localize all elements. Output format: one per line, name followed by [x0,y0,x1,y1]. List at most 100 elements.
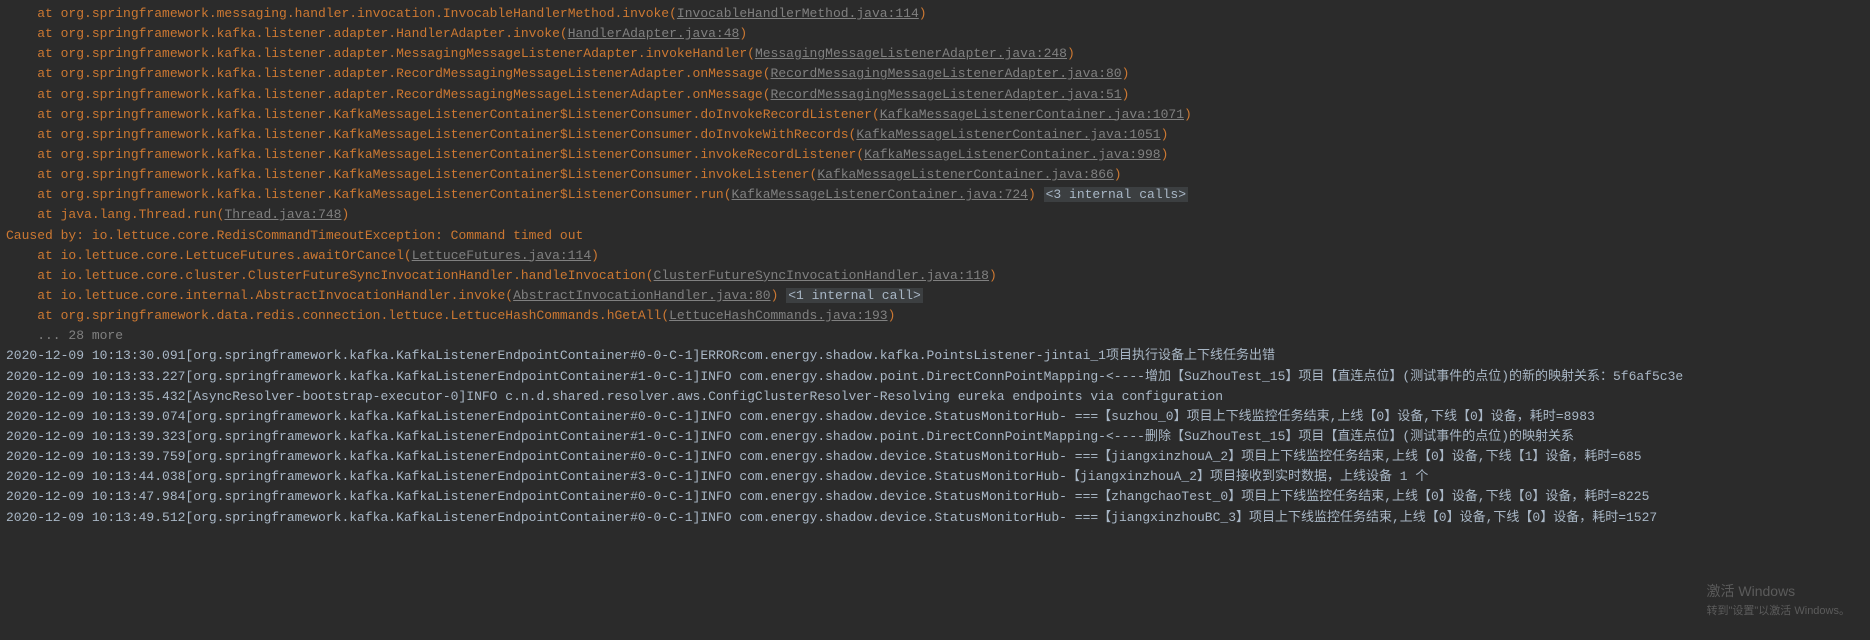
stack-frame: at org.springframework.kafka.listener.ad… [6,85,1864,105]
stack-frame: at org.springframework.kafka.listener.ad… [6,64,1864,84]
paren-open: ( [872,107,880,122]
log-line: 2020-12-09 10:13:39.759[org.springframew… [6,447,1864,467]
source-link[interactable]: KafkaMessageListenerContainer.java:866 [817,167,1113,182]
source-link[interactable]: LettuceFutures.java:114 [412,248,591,263]
package-method: java.lang.Thread.run [61,207,217,222]
package-method: io.lettuce.core.LettuceFutures.awaitOrCa… [61,248,404,263]
source-link[interactable]: KafkaMessageListenerContainer.java:724 [732,187,1028,202]
stack-frame: at java.lang.Thread.run(Thread.java:748) [6,205,1864,225]
paren-close: ) [989,268,997,283]
at-keyword: at [6,26,61,41]
log-line: 2020-12-09 10:13:30.091[org.springframew… [6,346,1864,366]
stack-frame: at org.springframework.kafka.listener.ad… [6,24,1864,44]
paren-close: ) [1028,187,1036,202]
package-method: org.springframework.kafka.listener.Kafka… [61,187,724,202]
paren-open: ( [646,268,654,283]
package-method: org.springframework.data.redis.connectio… [61,308,662,323]
watermark-subtitle: 转到"设置"以激活 Windows。 [1707,603,1851,620]
stack-frame: at org.springframework.kafka.listener.Ka… [6,145,1864,165]
paren-open: ( [505,288,513,303]
paren-open: ( [724,187,732,202]
paren-open: ( [763,87,771,102]
at-keyword: at [6,248,61,263]
internal-calls-badge[interactable]: <1 internal call> [786,288,923,303]
log-line: 2020-12-09 10:13:33.227[org.springframew… [6,367,1864,387]
paren-close: ) [771,288,779,303]
at-keyword: at [6,127,61,142]
stack-frame: at org.springframework.kafka.listener.Ka… [6,185,1864,205]
at-keyword: at [6,147,61,162]
paren-open: ( [661,308,669,323]
log-output: at org.springframework.messaging.handler… [6,4,1864,528]
package-method: org.springframework.kafka.listener.adapt… [61,66,763,81]
paren-open: ( [560,26,568,41]
caused-by-text: Caused by: io.lettuce.core.RedisCommandT… [6,228,583,243]
source-link[interactable]: KafkaMessageListenerContainer.java:1071 [880,107,1184,122]
paren-open: ( [763,66,771,81]
package-method: org.springframework.messaging.handler.in… [61,6,670,21]
paren-close: ) [1184,107,1192,122]
package-method: org.springframework.kafka.listener.Kafka… [61,107,872,122]
at-keyword: at [6,187,61,202]
source-link[interactable]: KafkaMessageListenerContainer.java:998 [864,147,1160,162]
package-method: org.springframework.kafka.listener.adapt… [61,26,560,41]
log-line: 2020-12-09 10:13:49.512[org.springframew… [6,508,1864,528]
package-method: org.springframework.kafka.listener.Kafka… [61,127,849,142]
package-method: org.springframework.kafka.listener.Kafka… [61,167,810,182]
paren-close: ) [1161,147,1169,162]
paren-close: ) [1114,167,1122,182]
internal-calls-badge[interactable]: <3 internal calls> [1044,187,1188,202]
paren-open: ( [404,248,412,263]
paren-close: ) [1161,127,1169,142]
at-keyword: at [6,66,61,81]
paren-open: ( [747,46,755,61]
package-method: org.springframework.kafka.listener.Kafka… [61,147,857,162]
paren-close: ) [888,308,896,323]
paren-close: ) [341,207,349,222]
package-method: org.springframework.kafka.listener.adapt… [61,87,763,102]
at-keyword: at [6,87,61,102]
log-line: 2020-12-09 10:13:35.432[AsyncResolver-bo… [6,387,1864,407]
log-line: 2020-12-09 10:13:39.074[org.springframew… [6,407,1864,427]
at-keyword: at [6,288,61,303]
source-link[interactable]: MessagingMessageListenerAdapter.java:248 [755,46,1067,61]
watermark-title: 激活 Windows [1707,581,1851,603]
stack-frame: at io.lettuce.core.cluster.ClusterFuture… [6,266,1864,286]
source-link[interactable]: HandlerAdapter.java:48 [568,26,740,41]
source-link[interactable]: RecordMessagingMessageListenerAdapter.ja… [771,66,1122,81]
stack-frame: at org.springframework.data.redis.connec… [6,306,1864,326]
log-line: 2020-12-09 10:13:44.038[org.springframew… [6,467,1864,487]
stack-frame: at org.springframework.messaging.handler… [6,4,1864,24]
stack-frame: at io.lettuce.core.internal.AbstractInvo… [6,286,1864,306]
at-keyword: at [6,6,61,21]
at-keyword: at [6,268,61,283]
stack-frame: at org.springframework.kafka.listener.Ka… [6,165,1864,185]
log-line: 2020-12-09 10:13:47.984[org.springframew… [6,487,1864,507]
paren-close: ) [591,248,599,263]
paren-close: ) [1122,87,1130,102]
paren-open: ( [856,147,864,162]
stack-frame: at org.springframework.kafka.listener.Ka… [6,125,1864,145]
log-line: 2020-12-09 10:13:39.323[org.springframew… [6,427,1864,447]
paren-close: ) [919,6,927,21]
paren-close: ) [1067,46,1075,61]
source-link[interactable]: KafkaMessageListenerContainer.java:1051 [856,127,1160,142]
at-keyword: at [6,46,61,61]
source-link[interactable]: AbstractInvocationHandler.java:80 [513,288,770,303]
more-frames[interactable]: ... 28 more [6,326,1864,346]
source-link[interactable]: RecordMessagingMessageListenerAdapter.ja… [771,87,1122,102]
stack-frame: at org.springframework.kafka.listener.ad… [6,44,1864,64]
source-link[interactable]: ClusterFutureSyncInvocationHandler.java:… [654,268,989,283]
source-link[interactable]: InvocableHandlerMethod.java:114 [677,6,919,21]
paren-close: ) [1122,66,1130,81]
stack-frame: at org.springframework.kafka.listener.Ka… [6,105,1864,125]
source-link[interactable]: LettuceHashCommands.java:193 [669,308,887,323]
source-link[interactable]: Thread.java:748 [224,207,341,222]
package-method: org.springframework.kafka.listener.adapt… [61,46,748,61]
at-keyword: at [6,167,61,182]
package-method: io.lettuce.core.internal.AbstractInvocat… [61,288,506,303]
stack-frame: at io.lettuce.core.LettuceFutures.awaitO… [6,246,1864,266]
caused-by-line: Caused by: io.lettuce.core.RedisCommandT… [6,226,1864,246]
at-keyword: at [6,308,61,323]
windows-activation-watermark: 激活 Windows 转到"设置"以激活 Windows。 [1707,581,1851,620]
